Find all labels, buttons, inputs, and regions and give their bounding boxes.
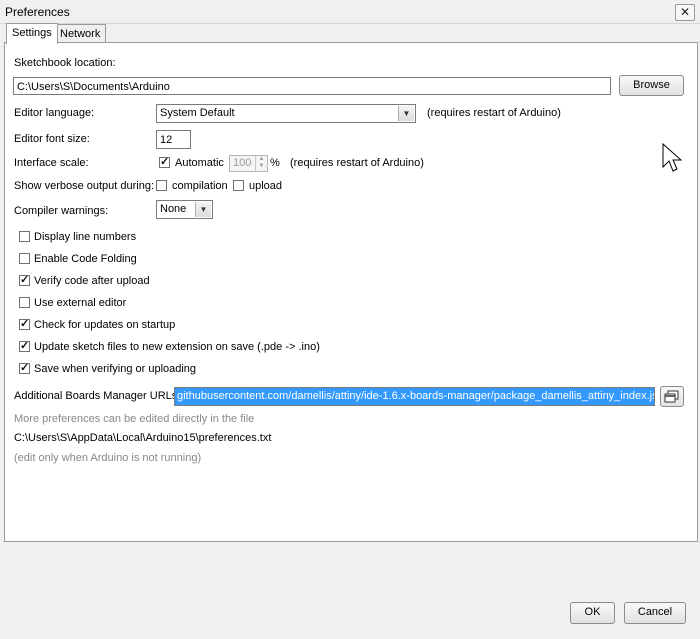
editor-language-label: Editor language: [14,107,95,119]
chevron-down-icon: ▼ [398,106,414,121]
title-bar: Preferences ✕ [0,0,700,24]
compilation-checkbox[interactable] [156,180,167,191]
close-icon: ✕ [679,5,691,19]
ok-button[interactable]: OK [570,602,615,624]
save-when-verifying-checkbox[interactable]: ✓ [19,363,30,374]
mouse-cursor-icon [662,143,682,172]
editor-language-select[interactable]: System Default ▼ [156,104,416,123]
compiler-warnings-value: None [160,203,187,215]
scale-unit: % [270,157,280,169]
editor-language-note: (requires restart of Arduino) [427,107,561,119]
compiler-warnings-label: Compiler warnings: [14,205,109,217]
option-label: Check for updates on startup [34,319,176,331]
upload-checkbox[interactable] [233,180,244,191]
option-label: Save when verifying or uploading [34,363,197,375]
display-line-numbers-checkbox[interactable] [19,231,30,242]
spinner-arrows-icon: ▲ ▼ [255,156,267,171]
chevron-down-icon: ▼ [195,202,211,217]
option-label: Use external editor [34,297,127,309]
sketchbook-input[interactable]: C:\Users\S\Documents\Arduino [13,77,611,95]
option-label: Update sketch files to new extension on … [34,341,320,353]
scale-value: 100 [233,157,252,169]
verify-after-upload-checkbox[interactable]: ✓ [19,275,30,286]
prefs-file-path: C:\Users\S\AppData\Local\Arduino15\prefe… [14,432,272,444]
font-size-label: Editor font size: [14,133,90,145]
compilation-label: compilation [172,180,228,192]
interface-scale-label: Interface scale: [14,157,89,169]
cancel-button[interactable]: Cancel [624,602,686,624]
update-sketch-extension-checkbox[interactable]: ✓ [19,341,30,352]
option-label: Display line numbers [34,231,137,243]
option-label: Enable Code Folding [34,253,137,265]
automatic-label: Automatic [175,157,224,169]
font-size-input[interactable]: 12 [156,130,191,149]
close-button[interactable]: ✕ [675,4,695,21]
edit-note: (edit only when Arduino is not running) [14,452,202,464]
edit-urls-button[interactable] [660,386,684,407]
upload-label: upload [249,180,283,192]
automatic-checkbox[interactable]: ✓ [159,157,170,168]
browse-button[interactable]: Browse [619,75,684,96]
option-label: Verify code after upload [34,275,150,287]
more-prefs-note: More preferences can be edited directly … [14,413,255,425]
scale-note: (requires restart of Arduino) [290,157,424,169]
window-title: Preferences [5,5,70,19]
enable-code-folding-checkbox[interactable] [19,253,30,264]
boards-url-label: Additional Boards Manager URLs: [14,390,181,402]
sketchbook-label: Sketchbook location: [14,57,116,69]
tab-settings[interactable]: Settings [6,23,58,44]
boards-url-input[interactable]: githubusercontent.com/damellis/attiny/id… [174,387,655,406]
compiler-warnings-select[interactable]: None ▼ [156,200,213,219]
editor-language-value: System Default [160,107,235,119]
verbose-label: Show verbose output during: [14,180,155,192]
tab-network[interactable]: Network [54,24,107,43]
check-updates-checkbox[interactable]: ✓ [19,319,30,330]
scale-spinner[interactable]: 100 ▲ ▼ [229,155,268,172]
boards-url-value: githubusercontent.com/damellis/attiny/id… [175,388,654,405]
window-list-icon [664,390,679,403]
use-external-editor-checkbox[interactable] [19,297,30,308]
